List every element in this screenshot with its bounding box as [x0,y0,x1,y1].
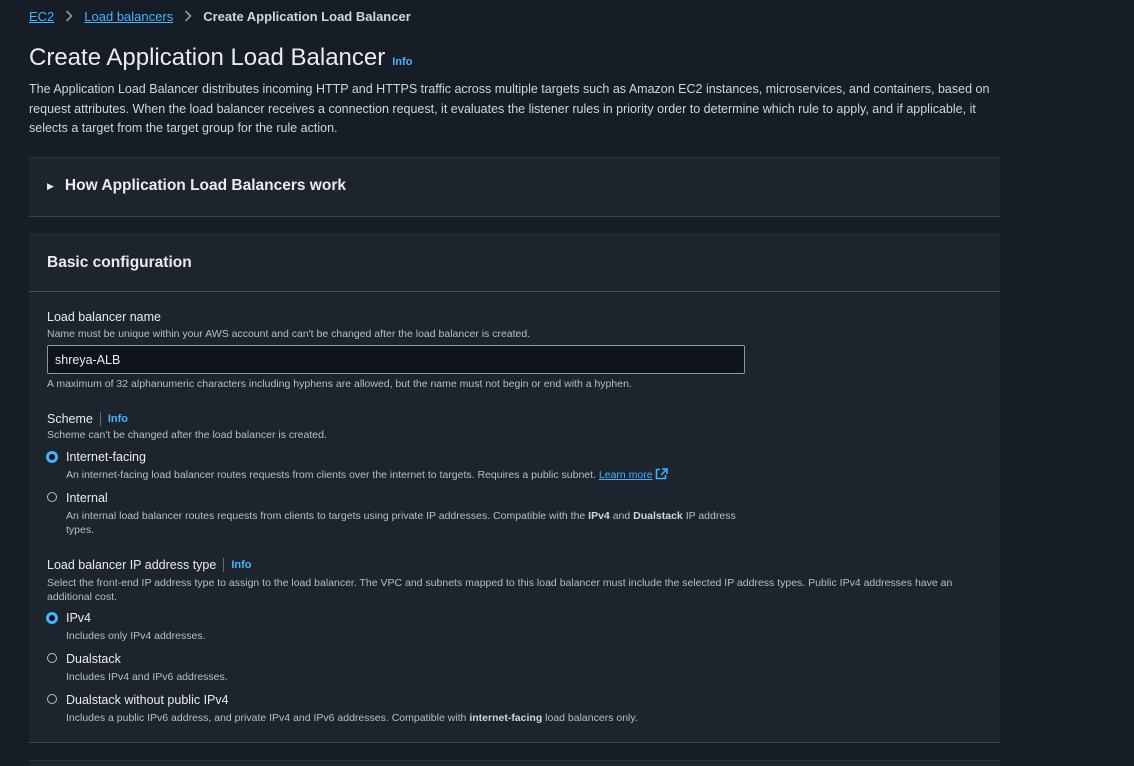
internet-facing-description: An internet-facing load balancer routes … [66,468,668,484]
radio-dualstack-no-public-ipv4[interactable] [47,694,57,704]
dualstack-no-public-desc-bold: internet-facing [469,712,543,724]
radio-dualstack[interactable] [47,653,57,663]
basic-configuration-section: Basic configuration Load balancer name N… [29,234,1000,743]
ip-type-label: Load balancer IP address type [47,558,217,572]
ip-type-field: Load balancer IP address type Info Selec… [47,558,982,604]
internal-label: Internal [66,491,108,505]
page-title-text: Create Application Load Balancer [29,44,386,71]
internal-desc-part2: and [612,510,631,522]
ipv4-label: IPv4 [66,611,92,625]
internet-facing-label: Internet-facing [66,450,146,464]
ip-type-label-row: Load balancer IP address type Info [47,558,982,572]
lb-name-description: Name must be unique within your AWS acco… [47,328,531,340]
dualstack-label: Dualstack [66,652,121,666]
page-description: The Application Load Balancer distribute… [29,82,990,135]
scheme-option-internal[interactable]: Internal An internal load balancer route… [47,490,736,537]
next-section [29,760,1000,766]
scheme-label-row: Scheme Info [47,412,327,426]
scheme-field: Scheme Info Scheme can't be changed afte… [47,412,327,442]
scheme-description: Scheme can't be changed after the load b… [47,429,327,441]
scheme-label: Scheme [47,412,93,426]
lb-name-label: Load balancer name [47,310,161,324]
internal-description: An internal load balancer routes request… [66,509,736,537]
page-title: Create Application Load Balancer Info [29,44,412,72]
ip-type-description: Select the front-end IP address type to … [47,577,953,603]
caret-right-icon: ▶ [47,181,54,191]
lb-name-field: Load balancer name Name must be unique w… [47,310,530,341]
dualstack-no-public-desc-part2: load balancers only. [545,712,638,724]
scheme-option-internet-facing[interactable]: Internet-facing An internet-facing load … [46,449,668,484]
scheme-info-link[interactable]: Info [108,413,128,425]
chevron-right-icon [65,10,73,22]
breadcrumb: EC2 Load balancers Create Application Lo… [29,7,411,25]
ip-type-option-ipv4[interactable]: IPv4 Includes only IPv4 addresses. [46,610,206,643]
internal-desc-ipv4: IPv4 [588,510,610,522]
lb-name-constraint: A maximum of 32 alphanumeric characters … [47,378,632,390]
breadcrumb-current: Create Application Load Balancer [203,8,411,24]
radio-internal[interactable] [47,492,57,502]
how-alb-work-section: ▶ How Application Load Balancers work [29,157,1000,217]
ip-type-info-link[interactable]: Info [231,559,251,571]
how-alb-work-toggle[interactable]: ▶ How Application Load Balancers work [29,158,1000,214]
breadcrumb-ec2[interactable]: EC2 [29,9,54,24]
ipv4-description: Includes only IPv4 addresses. [66,630,206,642]
learn-more-text: Learn more [598,469,653,481]
label-divider [99,412,101,426]
basic-configuration-header: Basic configuration [29,235,1000,292]
external-link-icon [655,468,668,484]
page-info-link[interactable]: Info [392,56,412,68]
internal-desc-dualstack: Dualstack [633,510,683,522]
learn-more-link[interactable]: Learn more [598,468,668,484]
internet-facing-description-text: An internet-facing load balancer routes … [66,469,596,481]
dualstack-no-public-ipv4-description: Includes a public IPv6 address, and priv… [66,711,638,725]
dualstack-no-public-ipv4-label: Dualstack without public IPv4 [66,693,229,707]
label-divider [223,558,225,572]
radio-internet-facing[interactable] [46,451,58,463]
radio-ipv4[interactable] [46,612,58,624]
chevron-right-icon [184,10,192,22]
how-alb-work-label: How Application Load Balancers work [64,177,346,194]
internal-desc-part1: An internal load balancer routes request… [66,510,586,522]
lb-name-input-wrap [47,345,745,374]
lb-name-input[interactable] [47,345,745,374]
ip-type-option-dualstack-no-public-ipv4[interactable]: Dualstack without public IPv4 Includes a… [47,692,638,725]
breadcrumb-load-balancers[interactable]: Load balancers [84,9,173,24]
basic-configuration-title: Basic configuration [47,254,192,271]
dualstack-description: Includes IPv4 and IPv6 addresses. [66,671,228,683]
dualstack-no-public-desc-part1: Includes a public IPv6 address, and priv… [66,712,467,724]
ip-type-option-dualstack[interactable]: Dualstack Includes IPv4 and IPv6 address… [47,651,228,684]
